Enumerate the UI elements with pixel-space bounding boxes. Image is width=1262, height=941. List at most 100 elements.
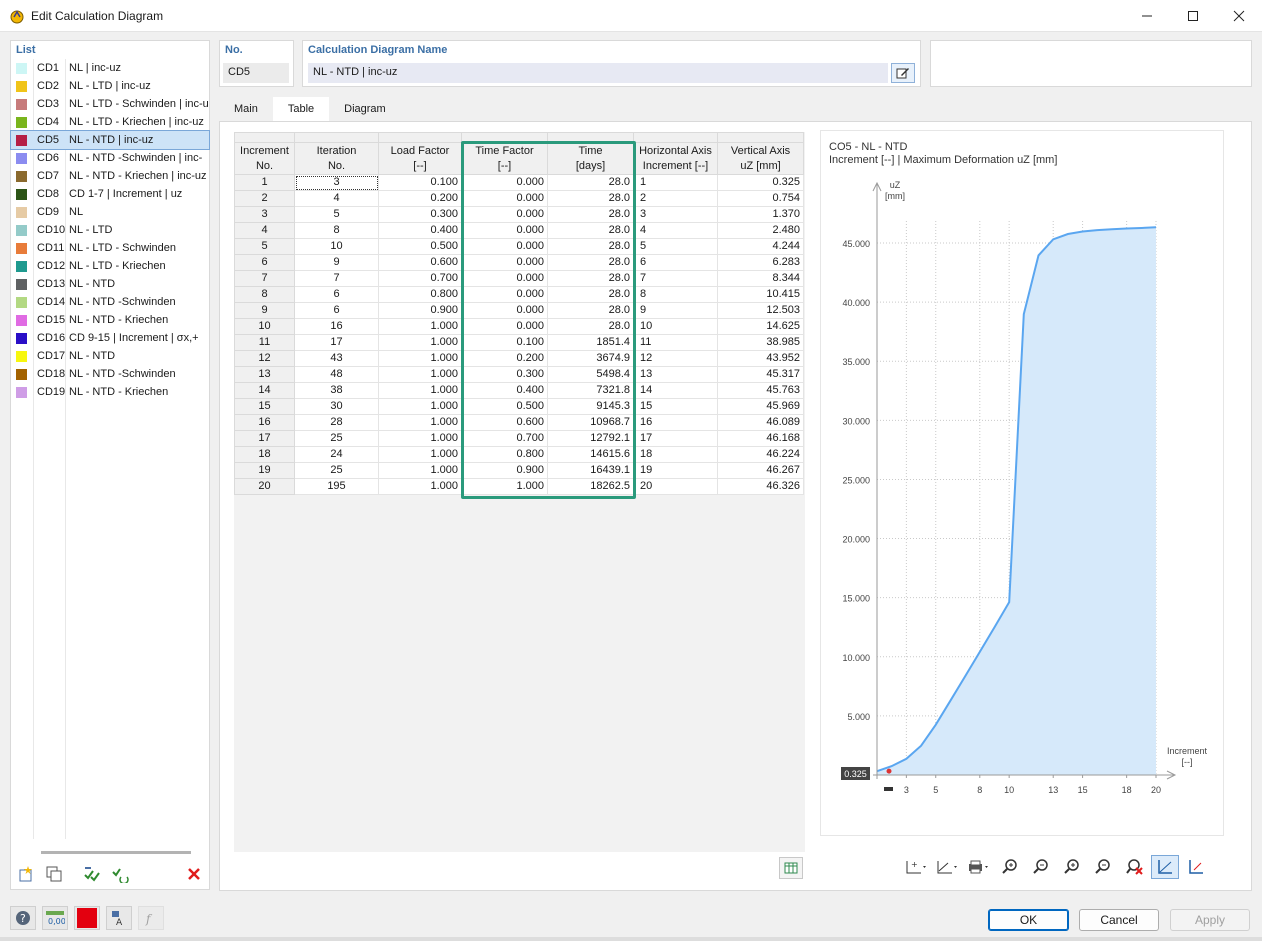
number-field[interactable]: CD5	[223, 63, 289, 83]
zoom-out-y-icon[interactable]	[1089, 855, 1117, 879]
table-cell[interactable]: 9145.3	[547, 398, 634, 415]
table-cell[interactable]: 28.0	[547, 174, 634, 191]
table-cell[interactable]: 0.800	[378, 286, 462, 303]
edit-name-button[interactable]	[891, 63, 915, 83]
table-cell[interactable]: 15	[633, 398, 718, 415]
list-item[interactable]: CD18 NL - NTD -Schwinden	[11, 365, 209, 383]
column-header[interactable]: Increment No.	[234, 142, 295, 175]
table-cell[interactable]: 1.000	[378, 430, 462, 447]
list-item[interactable]: CD1 NL | inc-uz	[11, 59, 209, 77]
table-cell[interactable]: 14	[633, 382, 718, 399]
table-cell[interactable]: 7	[633, 270, 718, 287]
table-cell[interactable]: 0.000	[461, 190, 548, 207]
table-cell[interactable]: 28.0	[547, 302, 634, 319]
table-cell[interactable]: 28.0	[547, 286, 634, 303]
table-cell[interactable]: 0.325	[717, 174, 804, 191]
list-item[interactable]: CD10 NL - LTD	[11, 221, 209, 239]
table-cell[interactable]: 2.480	[717, 222, 804, 239]
list-item[interactable]: CD13 NL - NTD	[11, 275, 209, 293]
table-cell[interactable]: 46.168	[717, 430, 804, 447]
color-icon[interactable]	[74, 906, 100, 930]
table-cell[interactable]: 1851.4	[547, 334, 634, 351]
table-cell[interactable]: 1	[633, 174, 718, 191]
table-cell[interactable]: 14615.6	[547, 446, 634, 463]
table-cell[interactable]: 8	[633, 286, 718, 303]
table-cell[interactable]: 3	[633, 206, 718, 223]
table-cell[interactable]: 4.244	[717, 238, 804, 255]
list-item[interactable]: CD12 NL - LTD - Kriechen	[11, 257, 209, 275]
table-cell[interactable]: 9	[294, 254, 379, 271]
table-cell[interactable]: 0.500	[461, 398, 548, 415]
ok-button[interactable]: OK	[988, 909, 1069, 931]
column-header[interactable]: Time Factor [--]	[461, 142, 548, 175]
table-cell[interactable]: 0.900	[378, 302, 462, 319]
list-item[interactable]: CD15 NL - NTD - Kriechen	[11, 311, 209, 329]
table-cell[interactable]: 38	[294, 382, 379, 399]
table-cell[interactable]: 5	[633, 238, 718, 255]
table-cell[interactable]: 7321.8	[547, 382, 634, 399]
delete-item-button[interactable]	[182, 863, 206, 885]
table-cell[interactable]: 10	[633, 318, 718, 335]
table-cell[interactable]: 5	[294, 206, 379, 223]
formula-icon[interactable]: f	[138, 906, 164, 930]
diagram-chart[interactable]: 5.000 10.000 15.000 20.000 25.000 30.000 35.00…	[821, 131, 1225, 837]
table-cell[interactable]: 16	[633, 414, 718, 431]
table-cell[interactable]: 45.763	[717, 382, 804, 399]
table-cell[interactable]: 3	[294, 174, 379, 191]
tab-table[interactable]: Table	[272, 97, 330, 121]
table-cell[interactable]: 38.985	[717, 334, 804, 351]
list-item[interactable]: CD11 NL - LTD - Schwinden	[11, 239, 209, 257]
table-cell[interactable]: 8	[294, 222, 379, 239]
table-cell[interactable]: 28.0	[547, 190, 634, 207]
list-scrollbar[interactable]	[41, 851, 191, 854]
table-cell[interactable]: 18	[633, 446, 718, 463]
export-table-button[interactable]	[779, 857, 803, 879]
show-axes-icon[interactable]	[1151, 855, 1179, 879]
table-cell[interactable]: 0.000	[461, 302, 548, 319]
table-cell[interactable]: 1.000	[378, 334, 462, 351]
list-item[interactable]: CD3 NL - LTD - Schwinden | inc-u	[11, 95, 209, 113]
table-cell[interactable]: 28.0	[547, 318, 634, 335]
zoom-out-x-icon[interactable]	[1027, 855, 1055, 879]
table-cell[interactable]: 1.000	[378, 382, 462, 399]
table-cell[interactable]: 28.0	[547, 238, 634, 255]
list-item[interactable]: CD8 CD 1-7 | Increment | uz	[11, 185, 209, 203]
table-cell[interactable]: 12.503	[717, 302, 804, 319]
table-cell[interactable]: 1.000	[378, 462, 462, 479]
table-cell[interactable]: 0.000	[461, 270, 548, 287]
table-cell[interactable]: 3674.9	[547, 350, 634, 367]
check-all-button[interactable]	[80, 863, 104, 885]
table-cell[interactable]: 0.900	[461, 462, 548, 479]
list-item[interactable]: CD5 NL - NTD | inc-uz	[10, 130, 210, 150]
table-cell[interactable]: 4	[294, 190, 379, 207]
line-options-dropdown[interactable]	[934, 855, 962, 879]
table-cell[interactable]: 1.000	[378, 318, 462, 335]
table-cell[interactable]: 46.089	[717, 414, 804, 431]
column-header[interactable]: Iteration No.	[294, 142, 379, 175]
table-cell[interactable]: 28.0	[547, 222, 634, 239]
table-cell[interactable]: 0.754	[717, 190, 804, 207]
table-cell[interactable]: 0.500	[378, 238, 462, 255]
list-item[interactable]: CD16 CD 9-15 | Increment | σx,+	[11, 329, 209, 347]
table-cell[interactable]: 1.000	[378, 478, 462, 495]
table-cell[interactable]: 28.0	[547, 270, 634, 287]
sync-check-button[interactable]	[108, 863, 132, 885]
axis-options-dropdown[interactable]: +	[903, 855, 931, 879]
tab-diagram[interactable]: Diagram	[329, 97, 401, 121]
table-cell[interactable]: 16439.1	[547, 462, 634, 479]
list-item[interactable]: CD19 NL - NTD - Kriechen	[11, 383, 209, 401]
table-cell[interactable]: 18262.5	[547, 478, 634, 495]
table-cell[interactable]: 43	[294, 350, 379, 367]
table-cell[interactable]: 0.200	[378, 190, 462, 207]
copy-item-button[interactable]	[42, 863, 66, 885]
table-cell[interactable]: 46.224	[717, 446, 804, 463]
table-cell[interactable]: 30	[294, 398, 379, 415]
list-item[interactable]: CD6 NL - NTD -Schwinden | inc-	[11, 149, 209, 167]
table-cell[interactable]: 0.000	[461, 238, 548, 255]
table-cell[interactable]: 1.000	[378, 414, 462, 431]
zoom-in-x-icon[interactable]	[996, 855, 1024, 879]
table-cell[interactable]: 46.326	[717, 478, 804, 495]
cancel-button[interactable]: Cancel	[1079, 909, 1159, 931]
table-cell[interactable]: 43.952	[717, 350, 804, 367]
table-cell[interactable]: 0.400	[461, 382, 548, 399]
